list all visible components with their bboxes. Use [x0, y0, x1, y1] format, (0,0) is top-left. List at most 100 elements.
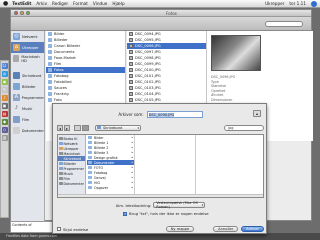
spotlight-icon[interactable] [311, 0, 317, 7]
clock[interactable]: tor 1.11 [289, 1, 306, 6]
list-item-label: DSC_0096.JPG [135, 44, 161, 48]
image-file-icon [129, 74, 133, 78]
meta-line: DSC_0096.JPG [211, 75, 236, 79]
cancel-button[interactable]: Annuller [213, 226, 239, 232]
list-item-label: HIG [94, 180, 101, 185]
dialog-search-input[interactable]: jpg [224, 124, 264, 131]
column-view-button[interactable] [82, 124, 89, 131]
harddisk-icon [13, 55, 20, 62]
image-file-icon [129, 32, 133, 36]
list-view-button[interactable] [74, 124, 81, 131]
image-file-icon [129, 56, 133, 60]
menu-rediger[interactable]: Rediger [52, 1, 68, 6]
menu-vindue[interactable]: Vindue [93, 1, 107, 6]
folder-icon [88, 155, 92, 160]
dialog-sidebar-label: Film [63, 176, 71, 181]
safari-icon[interactable]: ◎ [1, 71, 8, 77]
list-item[interactable]: Opgaver ▸ [87, 185, 134, 190]
sidebar-item-label: Musik [22, 106, 33, 111]
folder-icon [48, 68, 52, 72]
sidebar-item-applications[interactable]: A Programmer [11, 92, 44, 103]
close-icon[interactable] [14, 11, 18, 15]
calendar-icon[interactable]: ▤ [1, 111, 8, 117]
menu-arkiv[interactable]: Arkiv [36, 1, 47, 6]
menu-format[interactable]: Format [73, 1, 88, 6]
sidebar-item-music[interactable]: ♪ Musik [11, 103, 44, 114]
chevron-down-icon: ▾ [201, 203, 204, 207]
collapse-toggle-button[interactable]: ▴ [253, 110, 261, 117]
folder-icon [97, 125, 101, 130]
apple-menu-icon[interactable]: ● [3, 0, 8, 7]
finder-icon[interactable]: ☺ [1, 63, 8, 69]
forward-button[interactable]: ▸ [64, 124, 70, 131]
folder-icon [48, 50, 52, 54]
folder-icon [88, 175, 92, 180]
list-item-label: DSC_0105.JPG [135, 98, 161, 102]
dialog-sidebar: Barbo Ki Netværk Ukrepper Macintosh Skri… [58, 135, 86, 197]
list-item-label: Canon Billeder [54, 44, 81, 48]
folder-icon [88, 160, 92, 165]
sidebar-item-movies[interactable]: Film [11, 114, 44, 125]
folder-icon [88, 135, 92, 140]
dialog-sidebar-label: Programmer [63, 166, 85, 171]
save-as-input[interactable]: DSC_0090.JPG [146, 110, 203, 118]
sidebar-item-label: Netværk [22, 34, 38, 39]
sidebar-item-macintosh-hd[interactable]: Macintosh HD [11, 53, 44, 64]
preview-metadata: DSC_0096.JPG Type Størrelse Oprettet Ænd… [211, 75, 235, 102]
image-file-icon [129, 62, 133, 66]
chevron-right-icon: ▸ [131, 171, 133, 174]
new-folder-button[interactable]: Ny mappe [165, 226, 195, 232]
list-item-label: Fotos [54, 68, 64, 72]
sidebar-item-desktop[interactable]: Skrivebord [11, 70, 44, 81]
menu-hjaelp[interactable]: Hjælp [112, 1, 124, 6]
dialog-column-3 [197, 135, 263, 197]
zoom-icon[interactable] [26, 11, 30, 15]
finder-search-input[interactable] [265, 21, 303, 27]
extension-option-row: ✓ Brug "txt", hvis der ikke er nogen end… [53, 211, 268, 216]
list-item-label: DSC_0097.JPG [135, 50, 161, 54]
globe-icon: ◎ [13, 33, 20, 40]
trash-icon[interactable]: ▥ [1, 135, 8, 141]
user-menu[interactable]: Ukrepper [265, 1, 284, 6]
menu-textedit[interactable]: TextEdit [12, 1, 31, 6]
sidebar-item-network[interactable]: ◎ Netværk [11, 31, 44, 42]
encoding-popup[interactable]: Vesteuropæisk (Mac OS Roman) ▾ [153, 201, 206, 209]
minimize-icon[interactable] [20, 11, 24, 15]
hide-extension-checkbox[interactable] [57, 227, 61, 231]
back-button[interactable]: ◂ [57, 124, 63, 131]
dock: ☺ ◎ ◉ ✎ ♪ ▣ ▤ ◆ ◇ ▥ [0, 60, 9, 218]
sidebar-item-user[interactable]: ⌂ Ukrepper [11, 42, 44, 53]
textedit-icon[interactable]: ✎ [1, 87, 8, 93]
folder-popup[interactable]: Skrivebord ▾ [95, 124, 141, 131]
image-file-icon [129, 38, 133, 42]
itunes-icon[interactable]: ♪ [1, 95, 8, 101]
iphoto-icon[interactable]: ▣ [1, 103, 8, 109]
dialog-sidebar-label: Billeder [63, 161, 77, 166]
save-button[interactable]: Arkiver [241, 226, 264, 232]
use-txt-checkbox[interactable]: ✓ [123, 211, 127, 216]
list-item-label: Billede 1 [94, 140, 109, 145]
list-item-label: Dokumenter [94, 160, 115, 165]
folder-icon [48, 86, 52, 90]
textedit-document[interactable]: Contents of [10, 221, 54, 233]
list-item-label: Faxe-Market [54, 56, 76, 60]
documents-icon [59, 182, 63, 185]
app-icon[interactable]: ◆ [1, 119, 8, 125]
app-icon[interactable]: ◇ [1, 127, 8, 133]
list-item-label: Bilder [54, 32, 65, 36]
list-item-label: DSC_0100.JPG [135, 68, 161, 72]
ichat-icon[interactable]: ◉ [1, 79, 8, 85]
dialog-sidebar-label: Netværk [63, 141, 78, 146]
folder-icon [88, 170, 92, 175]
sidebar-item-pictures[interactable]: Billeder [11, 81, 44, 92]
chevron-right-icon: ▸ [131, 186, 133, 189]
finder-titlebar[interactable]: Fotos [11, 10, 311, 17]
list-item-label: Frankrig [54, 92, 69, 96]
sidebar-item-documents[interactable]: Dokumenter [11, 125, 44, 136]
use-txt-label: Brug "txt", hvis der ikke er nogen endel… [129, 211, 209, 216]
save-dialog: Arkiver som: DSC_0090.JPG ▴ ◂ ▸ Skrivebo… [52, 103, 267, 234]
finder-sidebar: ◎ Netværk ⌂ Ukrepper Macintosh HD Skrivebo… [11, 31, 45, 221]
dialog-sidebar-item[interactable]: Dokumenter [58, 181, 85, 186]
music-icon: ♪ [14, 105, 19, 111]
horizontal-scrollbar[interactable] [58, 194, 263, 197]
